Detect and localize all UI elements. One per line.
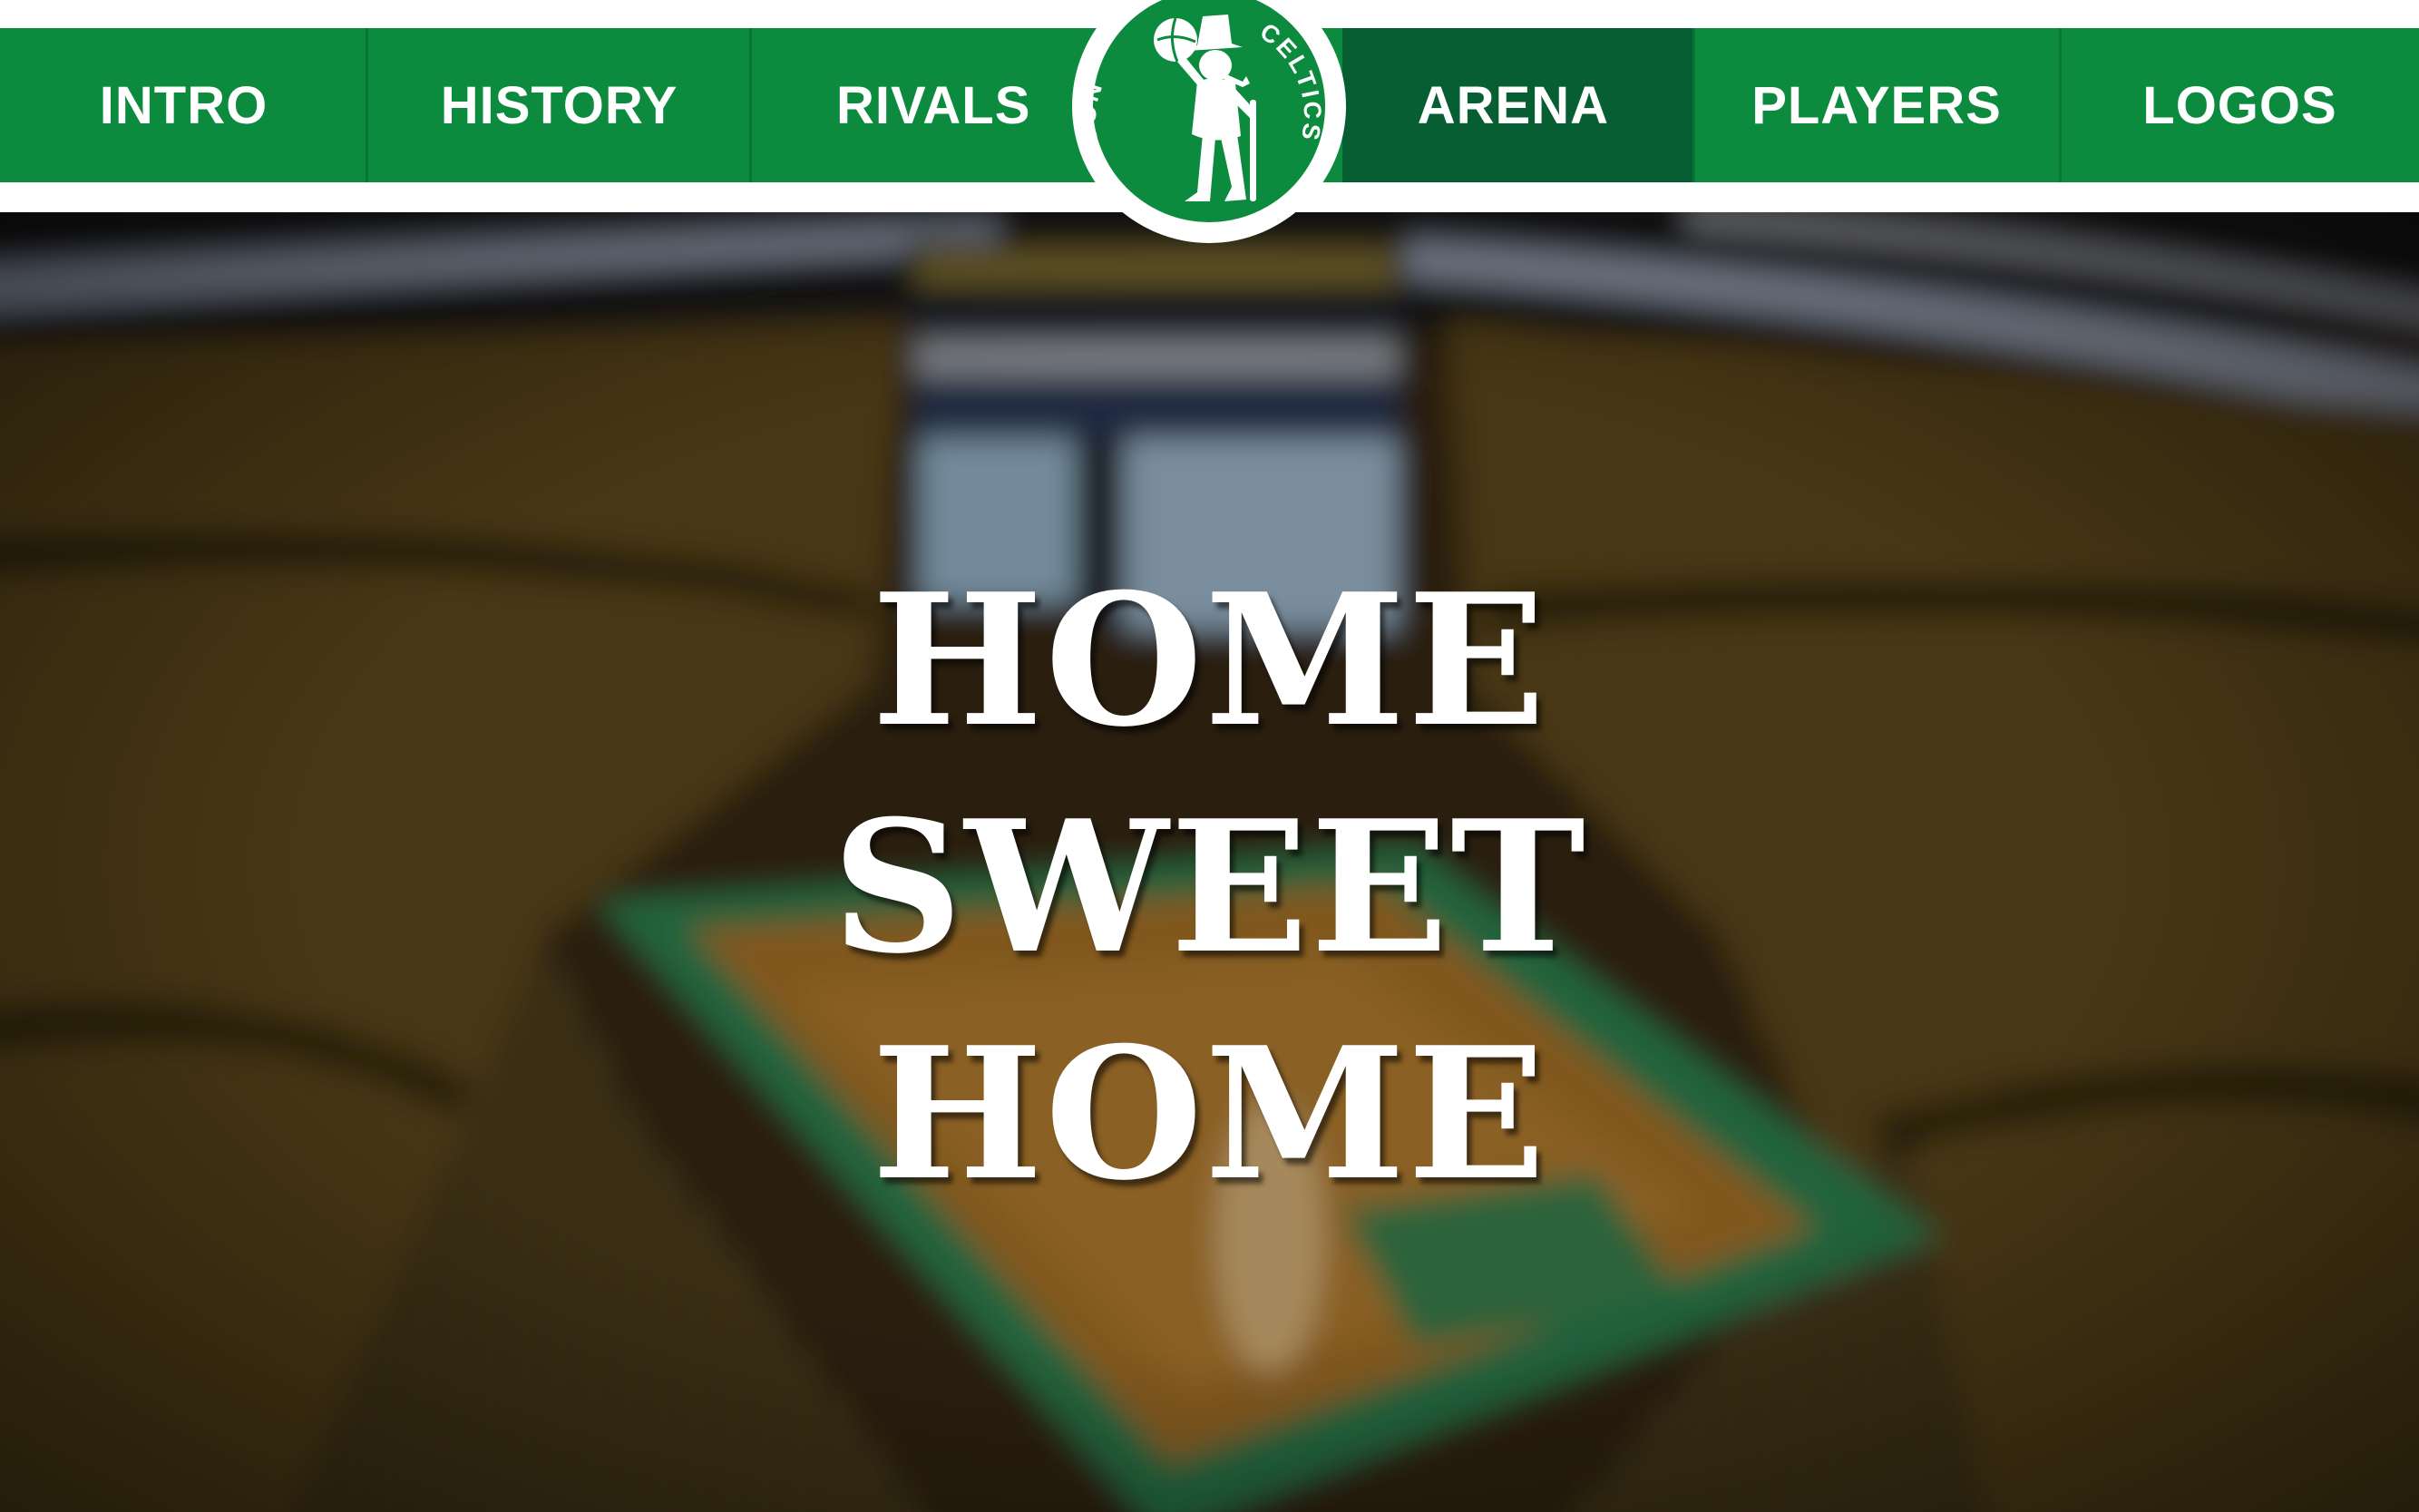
hero-title-line-3: HOME [871, 1008, 1547, 1221]
nav-item-intro[interactable]: INTRO [0, 28, 367, 182]
nav-item-arena[interactable]: ARENA [1342, 28, 1692, 182]
nav-item-players[interactable]: PLAYERS [1694, 28, 2059, 182]
nav-item-rivals[interactable]: RIVALS [751, 28, 1070, 182]
celtics-logo[interactable]: BOSTON CELTICS [1070, 0, 1348, 245]
nav-item-history[interactable]: HISTORY [367, 28, 751, 182]
hero-title: HOME SWEET HOME [0, 548, 2419, 1228]
hero-title-line-1: HOME [871, 554, 1547, 767]
hero-title-line-2: SWEET [832, 781, 1587, 994]
hero-section: HOME SWEET HOME [0, 212, 2419, 1512]
leprechaun-logo-icon: BOSTON CELTICS [1072, 0, 1346, 243]
nav-item-logos[interactable]: LOGOS [2061, 28, 2419, 182]
